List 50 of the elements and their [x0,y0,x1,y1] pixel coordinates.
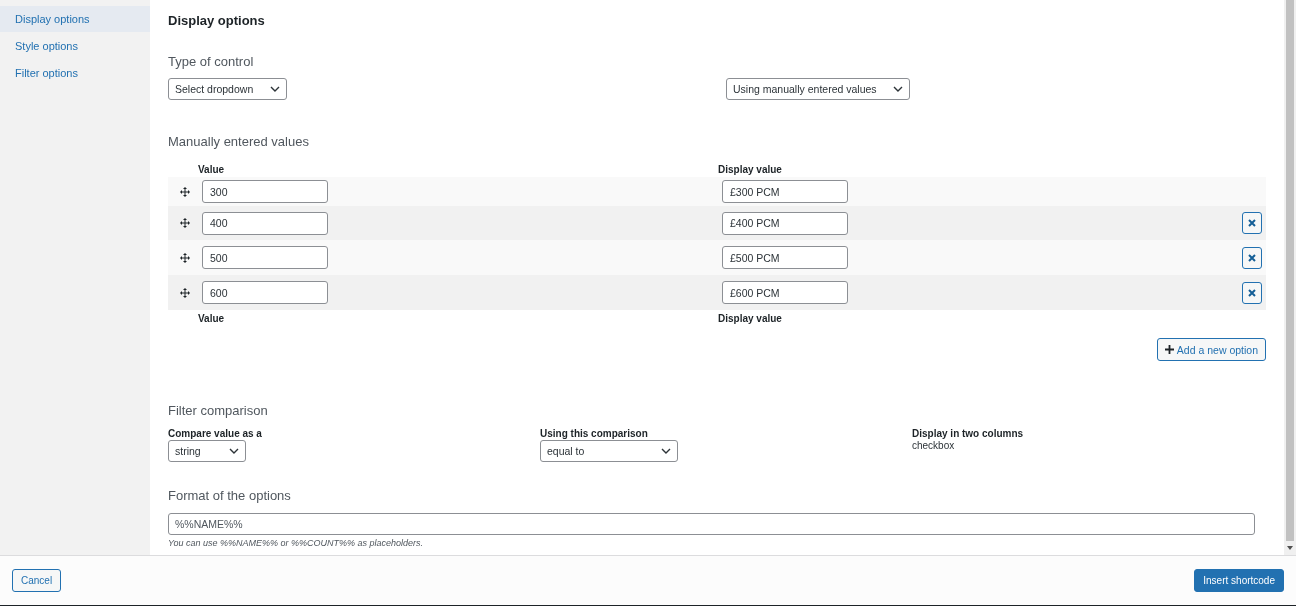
section-heading: Format of the options [168,488,292,503]
scroll-down-icon[interactable] [1286,544,1294,552]
column-header: Value [198,312,226,324]
value-input[interactable]: 500 [202,246,328,269]
section-heading: Manually entered values [168,134,310,149]
display-value-input[interactable]: £300 PCM [722,180,848,203]
field-value: checkbox [912,440,955,451]
close-icon [1248,219,1256,227]
select-dropdown[interactable]: string [168,440,246,462]
cancel-button[interactable]: Cancel [12,569,62,592]
display-value-input[interactable]: £600 PCM [722,281,848,304]
move-icon[interactable] [180,218,190,228]
sidebar-item[interactable]: Display options [0,6,150,32]
value-input[interactable]: 400 [202,211,328,235]
chevron-down-icon [893,86,903,92]
chevron-down-icon [270,86,280,92]
plus-icon [1164,345,1174,354]
move-icon[interactable] [180,287,190,298]
format-input[interactable]: %%NAME%% [168,513,1255,535]
select-dropdown[interactable]: Select dropdown [168,78,287,100]
panel-title: Display options [168,13,266,28]
column-header: Display value [718,163,782,175]
remove-button[interactable] [1242,212,1262,234]
add-option-button[interactable]: Add a new option [1156,338,1266,361]
value-input[interactable]: 300 [202,180,328,203]
scrollbar[interactable] [1284,0,1296,555]
chevron-down-icon [661,448,671,454]
chevron-down-icon [229,448,239,454]
display-value-input[interactable]: £500 PCM [722,246,848,269]
remove-button[interactable] [1242,281,1262,304]
section-heading: Type of control [168,54,255,69]
hint-text: You can use %%NAME%% or %%COUNT%% as placeholders. [168,538,425,548]
field-label: Display in two columns [912,428,1024,439]
column-header: Display value [718,312,782,324]
field-label: Compare value as a [168,428,262,439]
move-icon[interactable] [180,186,190,197]
value-input[interactable]: 600 [202,281,328,304]
close-icon [1248,288,1256,297]
move-icon[interactable] [180,252,190,263]
sidebar-item[interactable]: Filter options [0,60,150,86]
insert-shortcode-button[interactable]: Insert shortcode [1194,569,1284,592]
select-dropdown[interactable]: equal to [540,440,678,462]
select-dropdown[interactable]: Using manually entered values [726,78,910,100]
remove-button[interactable] [1242,246,1262,269]
field-label: Using this comparison [540,428,648,439]
section-heading: Filter comparison [168,403,269,418]
display-value-input[interactable]: £400 PCM [722,211,848,235]
column-header: Value [198,163,226,175]
sidebar-item[interactable]: Style options [0,33,150,59]
close-icon [1248,253,1256,262]
